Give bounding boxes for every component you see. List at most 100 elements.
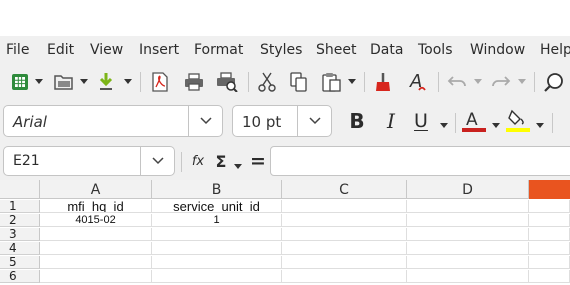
cell-b1[interactable]: service_unit_id xyxy=(152,200,282,213)
cell-d6[interactable] xyxy=(407,270,529,283)
font-color-dropdown-icon[interactable] xyxy=(492,118,500,132)
export-pdf-icon[interactable] xyxy=(149,70,171,94)
column-header-d[interactable]: D xyxy=(407,180,529,199)
column-header-c[interactable]: C xyxy=(282,180,407,199)
font-size-dropdown-button[interactable] xyxy=(297,106,331,136)
cell-a6[interactable] xyxy=(40,270,152,283)
menu-tools[interactable]: Tools xyxy=(418,42,453,58)
font-size-combo[interactable]: 10 pt xyxy=(232,105,332,137)
window-title-strip xyxy=(0,0,570,36)
menu-format[interactable]: Format xyxy=(194,42,243,58)
font-color-button[interactable]: A xyxy=(461,108,487,134)
underline-dropdown-icon[interactable] xyxy=(440,118,448,132)
find-replace-icon[interactable] xyxy=(542,70,566,94)
save-dropdown-icon[interactable] xyxy=(124,74,132,88)
cell-a2[interactable]: 4015-02 xyxy=(40,214,152,227)
sum-dropdown-icon[interactable] xyxy=(234,159,242,173)
highlight-dropdown-icon[interactable] xyxy=(536,118,544,132)
cell-d5[interactable] xyxy=(407,256,529,269)
highlight-color-button[interactable] xyxy=(505,108,531,134)
function-wizard-button[interactable]: fx xyxy=(189,151,207,171)
menu-data[interactable]: Data xyxy=(370,42,403,58)
cell-d2[interactable] xyxy=(407,214,529,227)
undo-dropdown-icon[interactable] xyxy=(474,74,482,88)
redo-dropdown-icon[interactable] xyxy=(518,74,526,88)
cell-c2[interactable] xyxy=(282,214,407,227)
menu-edit[interactable]: Edit xyxy=(47,42,74,58)
undo-icon[interactable] xyxy=(446,70,468,94)
font-name-combo[interactable]: Arial xyxy=(3,105,223,137)
cell-e3[interactable] xyxy=(529,228,570,241)
row-header-4[interactable]: 4 xyxy=(0,242,40,255)
cell-e6[interactable] xyxy=(529,270,570,283)
bold-button[interactable]: B xyxy=(346,108,368,134)
paste-dropdown-icon[interactable] xyxy=(348,74,356,88)
new-dropdown-icon[interactable] xyxy=(35,74,43,88)
select-all-corner[interactable] xyxy=(0,180,40,199)
cell-d3[interactable] xyxy=(407,228,529,241)
row-header-5[interactable]: 5 xyxy=(0,256,40,269)
cell-c3[interactable] xyxy=(282,228,407,241)
menu-styles[interactable]: Styles xyxy=(260,42,302,58)
cell-d4[interactable] xyxy=(407,242,529,255)
open-dropdown-icon[interactable] xyxy=(80,74,88,88)
cell-a3[interactable] xyxy=(40,228,152,241)
menu-window[interactable]: Window xyxy=(470,42,525,58)
cell-b2[interactable]: 1 xyxy=(152,214,282,227)
cell-a4[interactable] xyxy=(40,242,152,255)
menu-help[interactable]: Help xyxy=(540,42,570,58)
cell-a1-text: mfi_hq_id xyxy=(67,200,124,213)
save-icon[interactable] xyxy=(96,70,116,94)
cell-e1[interactable] xyxy=(529,200,570,213)
formula-input[interactable] xyxy=(270,146,570,176)
row-header-1[interactable]: 1 xyxy=(0,200,40,213)
cell-b4[interactable] xyxy=(152,242,282,255)
sum-button[interactable]: Σ xyxy=(212,151,230,171)
cell-b6[interactable] xyxy=(152,270,282,283)
cell-e4[interactable] xyxy=(529,242,570,255)
column-header-row: A B C D xyxy=(0,180,570,199)
cell-a1[interactable]: mfi_hq_id xyxy=(40,200,152,213)
redo-icon[interactable] xyxy=(490,70,512,94)
font-color-icon: A xyxy=(462,110,486,132)
clear-formatting-icon[interactable]: A xyxy=(406,70,430,94)
column-header-a[interactable]: A xyxy=(40,180,152,199)
cell-c1[interactable] xyxy=(282,200,407,213)
cell-b3[interactable] xyxy=(152,228,282,241)
formula-equals-button[interactable]: = xyxy=(249,150,267,172)
menu-sheet[interactable]: Sheet xyxy=(316,42,356,58)
cut-icon[interactable] xyxy=(256,70,278,94)
name-box-value: E21 xyxy=(13,153,40,169)
copy-icon[interactable] xyxy=(288,70,310,94)
cell-e2[interactable] xyxy=(529,214,570,227)
row-header-2[interactable]: 2 xyxy=(0,214,40,227)
menu-file[interactable]: File xyxy=(6,42,29,58)
paste-icon[interactable] xyxy=(320,70,344,94)
name-box[interactable]: E21 xyxy=(3,146,175,176)
menu-insert[interactable]: Insert xyxy=(139,42,179,58)
row-header-3[interactable]: 3 xyxy=(0,228,40,241)
open-folder-icon[interactable] xyxy=(52,70,76,94)
italic-button[interactable]: I xyxy=(380,108,402,134)
font-name-dropdown-button[interactable] xyxy=(188,106,222,136)
name-box-dropdown-button[interactable] xyxy=(140,147,174,175)
cell-e5[interactable] xyxy=(529,256,570,269)
row-header-6[interactable]: 6 xyxy=(0,270,40,283)
formula-bar: E21 fx Σ = xyxy=(0,142,570,180)
cell-c6[interactable] xyxy=(282,270,407,283)
print-icon[interactable] xyxy=(182,70,206,94)
clone-formatting-icon[interactable] xyxy=(372,70,394,94)
cell-c4[interactable] xyxy=(282,242,407,255)
column-header-e[interactable] xyxy=(529,180,570,199)
column-header-b[interactable]: B xyxy=(152,180,282,199)
menu-view[interactable]: View xyxy=(90,42,123,58)
cell-a5[interactable] xyxy=(40,256,152,269)
cell-b5[interactable] xyxy=(152,256,282,269)
new-spreadsheet-icon[interactable] xyxy=(8,70,32,94)
cell-d1[interactable] xyxy=(407,200,529,213)
font-size-value: 10 pt xyxy=(242,113,282,131)
underline-button[interactable]: U xyxy=(410,108,432,134)
cell-c5[interactable] xyxy=(282,256,407,269)
svg-text:A: A xyxy=(466,110,478,130)
print-preview-icon[interactable] xyxy=(215,70,239,94)
